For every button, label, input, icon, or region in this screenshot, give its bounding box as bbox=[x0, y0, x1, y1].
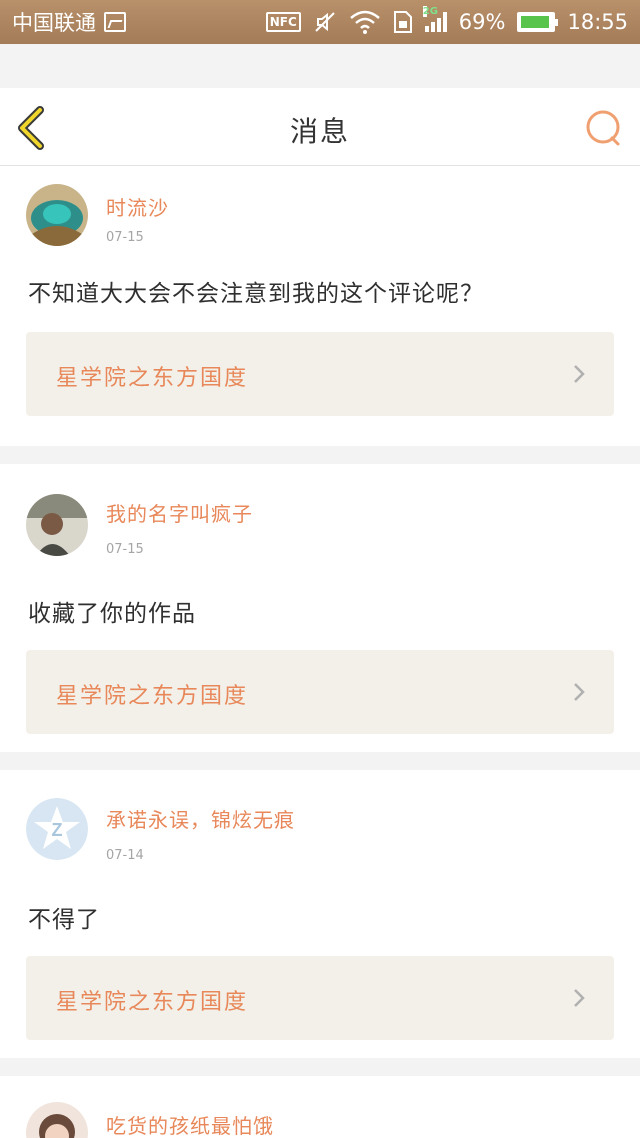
app-header: 消息 bbox=[0, 88, 640, 166]
search-icon[interactable] bbox=[584, 108, 624, 148]
work-title: 星学院之东方国度 bbox=[56, 684, 249, 709]
avatar[interactable]: Z bbox=[26, 798, 88, 860]
message-card: 时流沙 07-15 不知道大大会不会注意到我的这个评论呢？ 星学院之东方国度 bbox=[0, 166, 640, 446]
message-username[interactable]: 时流沙 bbox=[106, 192, 169, 221]
message-date: 07-15 bbox=[106, 542, 144, 557]
clock: 18:55 bbox=[567, 10, 628, 34]
chevron-right-icon bbox=[574, 989, 585, 1007]
work-title: 星学院之东方国度 bbox=[56, 990, 249, 1015]
mute-icon bbox=[315, 12, 335, 32]
sim-card-icon bbox=[393, 11, 412, 33]
work-link-card[interactable]: 星学院之东方国度 bbox=[26, 650, 614, 734]
svg-text:Z: Z bbox=[52, 820, 63, 840]
message-date: 07-14 bbox=[106, 848, 144, 863]
status-bar: 中国联通 NFC 2G 69% 18:55 bbox=[0, 0, 640, 44]
work-link-card[interactable]: 星学院之东方国度 bbox=[26, 956, 614, 1040]
message-card: Z 承诺永误，锦炫无痕 07-14 不得了 星学院之东方国度 bbox=[0, 770, 640, 1058]
message-date: 07-15 bbox=[106, 230, 144, 245]
message-username[interactable]: 吃货的孩纸最怕饿 bbox=[106, 1110, 274, 1138]
signal-icon: 2G bbox=[422, 6, 447, 32]
message-username[interactable]: 承诺永误，锦炫无痕 bbox=[106, 804, 295, 833]
message-text: 不知道大大会不会注意到我的这个评论呢？ bbox=[28, 281, 484, 307]
image-notification-icon bbox=[104, 12, 126, 32]
message-card: 吃货的孩纸最怕饿 bbox=[0, 1076, 640, 1138]
battery-icon bbox=[517, 12, 559, 32]
message-text: 收藏了你的作品 bbox=[28, 601, 196, 627]
chevron-right-icon bbox=[574, 365, 585, 383]
avatar[interactable] bbox=[26, 184, 88, 246]
message-card: 我的名字叫疯子 07-15 收藏了你的作品 星学院之东方国度 bbox=[0, 464, 640, 752]
top-spacer bbox=[0, 44, 640, 88]
avatar[interactable] bbox=[26, 494, 88, 556]
work-title: 星学院之东方国度 bbox=[56, 366, 249, 391]
chevron-right-icon bbox=[574, 683, 585, 701]
nfc-icon: NFC bbox=[265, 12, 301, 32]
page-title: 消息 bbox=[289, 115, 350, 148]
wifi-icon bbox=[349, 10, 380, 34]
battery-percent: 69% bbox=[458, 10, 506, 34]
message-username[interactable]: 我的名字叫疯子 bbox=[106, 498, 253, 527]
message-text: 不得了 bbox=[28, 907, 100, 933]
work-link-card[interactable]: 星学院之东方国度 bbox=[26, 332, 614, 416]
carrier-label: 中国联通 bbox=[12, 11, 96, 35]
network-type-label: 2G bbox=[422, 6, 438, 17]
avatar[interactable] bbox=[26, 1102, 88, 1138]
